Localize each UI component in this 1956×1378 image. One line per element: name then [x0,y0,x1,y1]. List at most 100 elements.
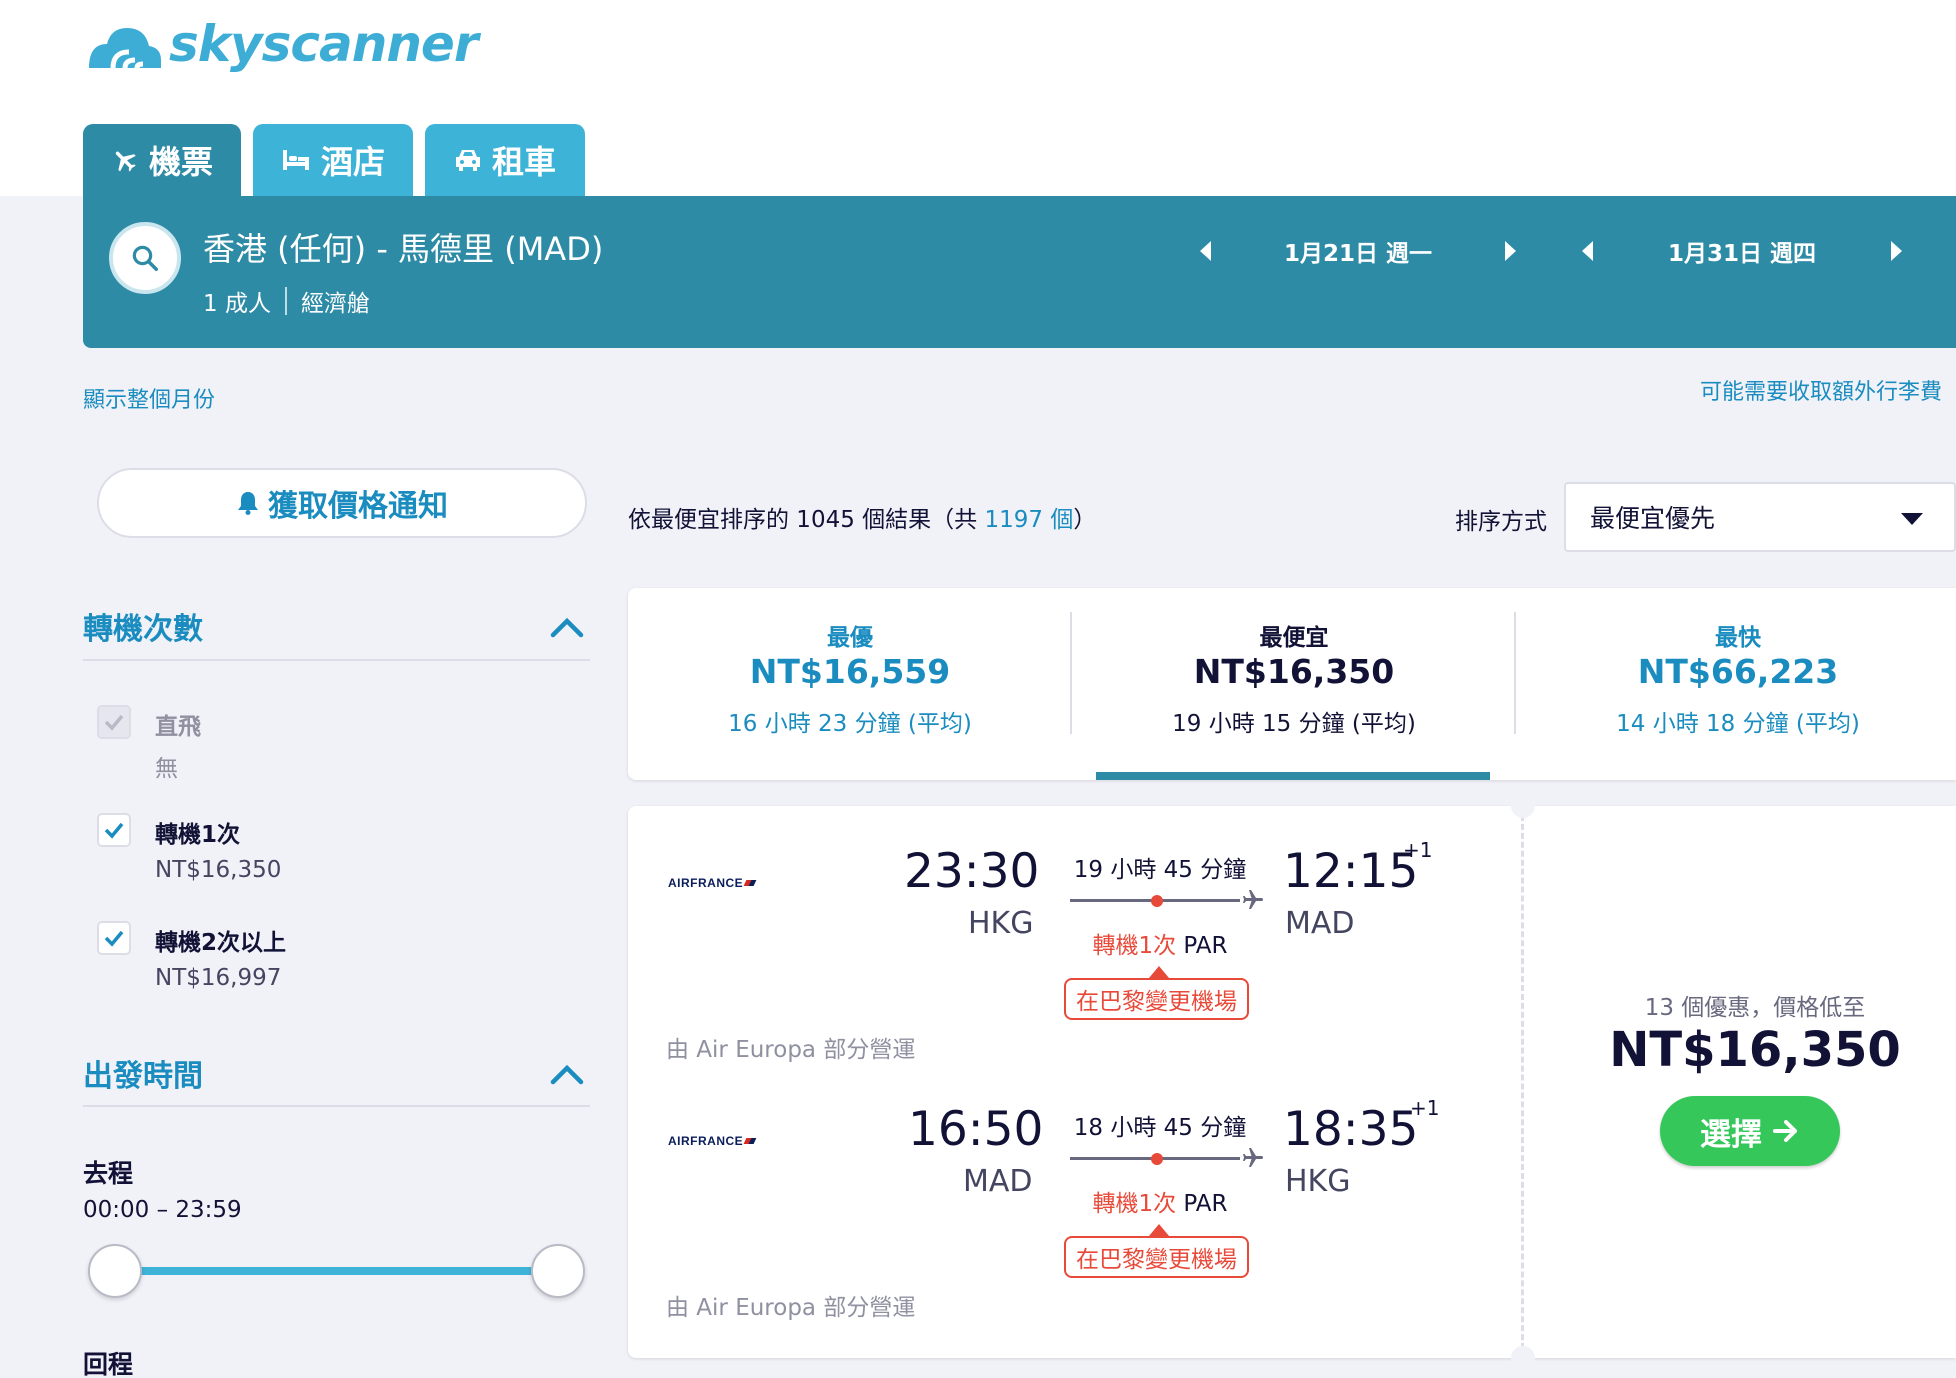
best-tab[interactable]: 最優 NT$16,559 16 小時 23 分鐘 (平均) [628,588,1072,780]
best-title: 最優 [827,625,873,651]
stop-airport: PAR [1176,933,1228,959]
leg-duration: 19 小時 45 分鐘 [1073,857,1247,883]
next-depart-date-button[interactable] [1499,240,1523,262]
caret-left-icon [1200,241,1211,261]
day-offset: +1 [1410,1096,1440,1120]
depart-time: 16:50 [908,1102,1044,1157]
sort-select[interactable]: 最便宜優先 [1564,482,1956,552]
slider-handle-start[interactable] [88,1244,142,1298]
tab-label: 酒店 [320,143,385,181]
arrive-time: 18:35 [1283,1102,1419,1157]
chevron-up-icon[interactable] [550,1063,584,1085]
arrive-airport: HKG [1285,1164,1351,1199]
results-count-suffix: ） [1073,507,1097,533]
best-price: NT$16,559 [749,652,951,691]
return-date[interactable]: 1月31日 週四 [1599,234,1885,268]
two-plus-stops-price: NT$16,997 [155,965,282,991]
plane-icon [1243,890,1263,909]
warning-pointer [1149,966,1169,978]
cheapest-tab[interactable]: 最便宜 NT$16,350 19 小時 15 分鐘 (平均) [1072,588,1516,780]
cloud-logo-icon [89,28,161,69]
divider [284,287,287,315]
stops-count: 轉機1次 [1092,933,1177,959]
passenger-count: 1 成人 [203,291,271,317]
airfrance-stripe [743,1138,757,1144]
stops-info: 轉機1次 PAR [1060,926,1260,960]
divider [1521,806,1524,1358]
one-stop-label[interactable]: 轉機1次 [155,815,240,849]
fastest-tab[interactable]: 最快 NT$66,223 14 小時 18 分鐘 (平均) [1516,588,1956,780]
arrive-time: 12:15 [1283,844,1419,899]
select-label: 選擇 [1700,1116,1762,1153]
prev-return-date-button[interactable] [1575,240,1599,262]
bed-icon [282,150,309,170]
edit-search-button[interactable] [109,222,181,294]
tab-flights[interactable]: 機票 [83,124,241,196]
passenger-cabin-info[interactable]: 1 成人 經濟艙 [203,284,370,318]
price-alert-button[interactable]: 獲取價格通知 [97,468,587,538]
airport-change-warning: 在巴黎變更機場 [1064,978,1249,1020]
depart-date-picker: 1月21日 週一 [1193,226,1523,276]
airline-logo: AIRFRANCE [668,876,757,890]
outbound-time-slider-track[interactable] [115,1267,558,1275]
airline-logo: AIRFRANCE [668,1134,757,1148]
vertical-tabs: 機票 酒店 租車 [83,124,585,196]
search-icon [132,245,158,271]
divider [83,1105,590,1107]
two-plus-stops-checkbox[interactable] [97,921,131,955]
cheapest-price: NT$16,350 [1193,652,1395,691]
direct-label[interactable]: 直飛 [155,707,201,741]
tab-car-hire[interactable]: 租車 [425,124,585,196]
tab-label: 機票 [148,143,213,181]
caret-right-icon [1891,241,1902,261]
chevron-up-icon[interactable] [550,616,584,638]
car-icon [455,150,480,171]
return-label: 回程 [83,1350,134,1378]
result-card[interactable]: AIRFRANCE 23:30 HKG 19 小時 45 分鐘 轉機1次 PAR… [628,794,1956,1370]
baggage-fees-link[interactable]: 可能需要收取額外行李費 [1700,374,1942,406]
warning-pointer [1149,1224,1169,1236]
arrow-right-icon [1773,1120,1797,1142]
one-stop-checkbox[interactable] [97,813,131,847]
stops-count: 轉機1次 [1092,1191,1177,1217]
check-icon [104,930,124,947]
caret-right-icon [1505,241,1516,261]
show-whole-month-link[interactable]: 顯示整個月份 [83,382,215,414]
leg-duration: 18 小時 45 分鐘 [1073,1115,1247,1141]
cabin-class: 經濟艙 [300,291,370,317]
check-icon [104,714,124,731]
select-button[interactable]: 選擇 [1660,1096,1840,1166]
brand-name: skyscanner [169,15,479,73]
airport-change-warning: 在巴黎變更機場 [1064,1236,1249,1278]
direct-checkbox[interactable] [97,705,131,739]
two-plus-stops-label[interactable]: 轉機2次以上 [155,923,286,957]
plane-icon [115,151,136,172]
active-tab-indicator [1096,772,1490,780]
results-count-prefix: 依最便宜排序的 1045 個結果（共 [628,507,985,533]
result-price: NT$16,350 [1609,1022,1901,1078]
deals-count: 13 個優惠，價格低至 [1644,995,1866,1021]
divider [83,659,590,661]
best-duration: 16 小時 23 分鐘 (平均) [728,711,972,737]
skyscanner-logo[interactable]: skyscanner [83,14,479,74]
next-return-date-button[interactable] [1885,240,1909,262]
bell-icon [238,492,258,515]
airfrance-stripe [743,880,757,886]
stops-filter-heading[interactable]: 轉機次數 [83,604,203,648]
tab-label: 租車 [491,143,556,181]
total-results-link[interactable]: 1197 個 [984,507,1073,533]
route-title[interactable]: 香港 (任何) - 馬德里 (MAD) [203,224,603,270]
price-alert-label: 獲取價格通知 [268,489,448,524]
tab-hotels[interactable]: 酒店 [253,124,413,196]
plane-icon [1243,1148,1263,1167]
fastest-price: NT$66,223 [1637,652,1839,691]
depart-time: 23:30 [904,844,1040,899]
depart-date[interactable]: 1月21日 週一 [1217,234,1499,268]
prev-depart-date-button[interactable] [1193,240,1217,262]
cheapest-duration: 19 小時 15 分鐘 (平均) [1172,711,1416,737]
fastest-duration: 14 小時 18 分鐘 (平均) [1616,711,1860,737]
outbound-time-range: 00:00 – 23:59 [83,1197,242,1223]
departure-times-heading[interactable]: 出發時間 [83,1051,203,1095]
slider-handle-end[interactable] [531,1244,585,1298]
sort-label: 排序方式 [1455,509,1547,535]
